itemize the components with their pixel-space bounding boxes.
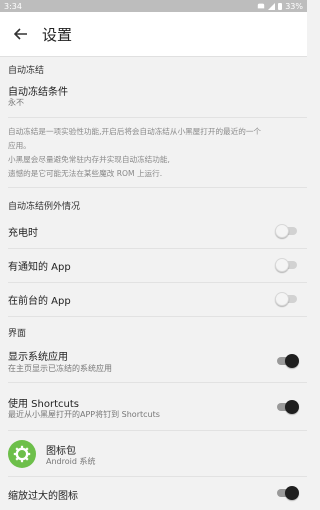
- divider: [8, 117, 307, 118]
- battery-percent: 33%: [285, 1, 303, 11]
- show-system-apps-subtitle: 在主页显示已冻结的系统应用: [8, 364, 112, 373]
- divider: [8, 382, 307, 383]
- gear-icon: [13, 445, 31, 463]
- exception-item-charging[interactable]: 充电时: [0, 218, 307, 244]
- charging-toggle[interactable]: [275, 224, 299, 238]
- battery-icon: [278, 2, 283, 10]
- toggle-knob: [275, 224, 289, 238]
- toggle-knob: [285, 354, 299, 368]
- foreground-toggle[interactable]: [275, 292, 299, 306]
- icon-pack-title: 图标包: [46, 446, 76, 457]
- toggle-knob: [285, 486, 299, 500]
- back-button[interactable]: [0, 12, 42, 56]
- divider: [8, 187, 307, 188]
- section-header-exceptions: 自动冻结例外情况: [8, 202, 81, 212]
- signal-icon: [268, 2, 276, 10]
- icon-pack-item[interactable]: 图标包 Android 系统: [0, 437, 307, 471]
- app-bar: 设置: [0, 12, 307, 57]
- auto-freeze-description: 自动冻结是一项实验性功能,开启后将会自动冻结从小黑屋打开的最近的一个 应用。 小…: [8, 125, 303, 181]
- show-system-apps-toggle[interactable]: [275, 354, 299, 368]
- scale-icons-toggle[interactable]: [275, 486, 299, 500]
- use-shortcuts-toggle[interactable]: [275, 400, 299, 414]
- exception-label: 充电时: [8, 228, 38, 239]
- divider: [8, 430, 307, 431]
- auto-freeze-condition-value: 永不: [8, 98, 24, 107]
- icon-pack-subtitle: Android 系统: [46, 457, 96, 466]
- notification-toggle[interactable]: [275, 258, 299, 272]
- show-system-apps-item[interactable]: 显示系统应用 在主页显示已冻结的系统应用: [0, 342, 307, 378]
- scale-icons-title: 缩放过大的图标: [8, 491, 78, 502]
- divider: [8, 282, 307, 283]
- arrow-left-icon: [14, 28, 27, 40]
- exception-item-notification[interactable]: 有通知的 App: [0, 252, 307, 278]
- description-line: 自动冻结是一项实验性功能,开启后将会自动冻结从小黑屋打开的最近的一个: [8, 127, 262, 136]
- android-system-icon: [8, 440, 36, 468]
- toggle-knob: [275, 258, 289, 272]
- section-header-auto-freeze: 自动冻结: [8, 66, 45, 76]
- divider: [8, 476, 307, 477]
- description-line: 遗憾的是它可能无法在某些魔改 ROM 上运行.: [8, 169, 163, 178]
- use-shortcuts-subtitle: 最近从小黑屋打开的APP将钉到 Shortcuts: [8, 410, 160, 419]
- exception-item-foreground[interactable]: 在前台的 App: [0, 286, 307, 312]
- status-time: 3:34: [4, 1, 22, 11]
- use-shortcuts-title: 使用 Shortcuts: [8, 399, 79, 410]
- section-header-interface: 界面: [8, 329, 27, 339]
- description-line: 小黑屋会尽量避免常驻内存并实现自动冻结功能,: [8, 155, 170, 164]
- status-bar: 3:34 33%: [0, 0, 307, 12]
- use-shortcuts-item[interactable]: 使用 Shortcuts 最近从小黑屋打开的APP将钉到 Shortcuts: [0, 388, 307, 424]
- toggle-knob: [275, 292, 289, 306]
- page-title: 设置: [42, 25, 73, 44]
- show-system-apps-title: 显示系统应用: [8, 352, 68, 363]
- description-line: 应用。: [8, 141, 31, 150]
- exception-label: 有通知的 App: [8, 262, 71, 273]
- exception-label: 在前台的 App: [8, 296, 71, 307]
- wifi-icon: [258, 3, 265, 9]
- auto-freeze-condition-item[interactable]: 自动冻结条件 永不: [0, 80, 307, 114]
- toggle-knob: [285, 400, 299, 414]
- divider: [8, 248, 307, 249]
- divider: [8, 316, 307, 317]
- auto-freeze-condition-title: 自动冻结条件: [8, 87, 68, 98]
- status-icons: 33%: [257, 2, 303, 11]
- scale-icons-item[interactable]: 缩放过大的图标: [0, 482, 307, 506]
